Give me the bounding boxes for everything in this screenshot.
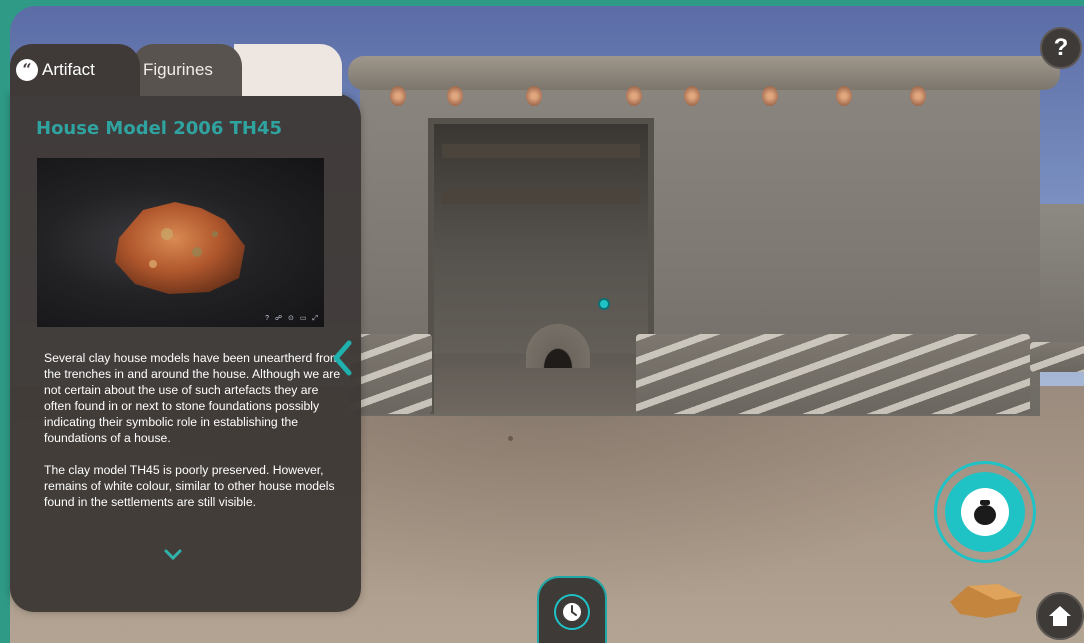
oven [526,324,590,368]
stone-foundation-left [350,334,432,414]
roof-beam-end [626,86,642,106]
artifact-thumbnail-icon[interactable] [946,580,1026,620]
description-paragraph: Several clay house models have been unea… [44,351,341,445]
pot-button-inner [961,488,1009,536]
viewer-controls[interactable]: ? ☍ ⊙ ▭ ⤢ [265,314,320,323]
pot-button-circle [945,472,1025,552]
help-button[interactable]: ? [1040,27,1082,69]
roof-beam-end [526,86,542,106]
artifact-info-panel: House Model 2006 TH45 ? ☍ ⊙ ▭ ⤢ Several … [10,94,361,612]
collapse-panel-chevron-icon[interactable] [330,340,354,376]
roof-beam-end [390,86,406,106]
clock-face [563,603,581,621]
artifact-pot-button[interactable] [934,461,1036,563]
roof-beam-end [762,86,778,106]
stone-foundation-right [636,334,1030,414]
help-label: ? [1053,34,1069,61]
clock-icon [554,594,590,630]
quote-icon: “ [16,59,38,81]
tab-empty [234,44,342,96]
artifact-3d-viewer[interactable]: ? ☍ ⊙ ▭ ⤢ [37,158,324,327]
roof-edge [348,56,1060,90]
tab-artifact[interactable]: “ Artifact [10,44,140,96]
stone-foundation-far [1030,342,1084,372]
tab-label: Figurines [143,60,213,79]
home-button[interactable] [1036,592,1084,640]
timeline-button[interactable] [537,576,607,643]
artifact-title: House Model 2006 TH45 [36,118,282,139]
lintel-beam [442,144,640,158]
tab-figurines[interactable]: Figurines [132,44,242,96]
pebble [508,436,513,441]
hotspot-marker[interactable] [598,298,610,310]
pot-icon [974,500,996,525]
roof-beam-end [447,86,463,106]
roof-beam-end [684,86,700,106]
home-icon [1049,606,1071,626]
roof-beam-end [910,86,926,106]
roof-beam-end [836,86,852,106]
chevron-down-icon[interactable] [163,548,183,562]
description-paragraph: The clay model TH45 is poorly preserved.… [44,463,335,509]
artifact-description: Several clay house models have been unea… [44,350,344,510]
panel-tabs: Figurines “ Artifact [10,44,342,96]
clay-house-model-image [115,202,245,294]
tab-label: Artifact [42,60,95,79]
house-doorway [428,118,654,414]
